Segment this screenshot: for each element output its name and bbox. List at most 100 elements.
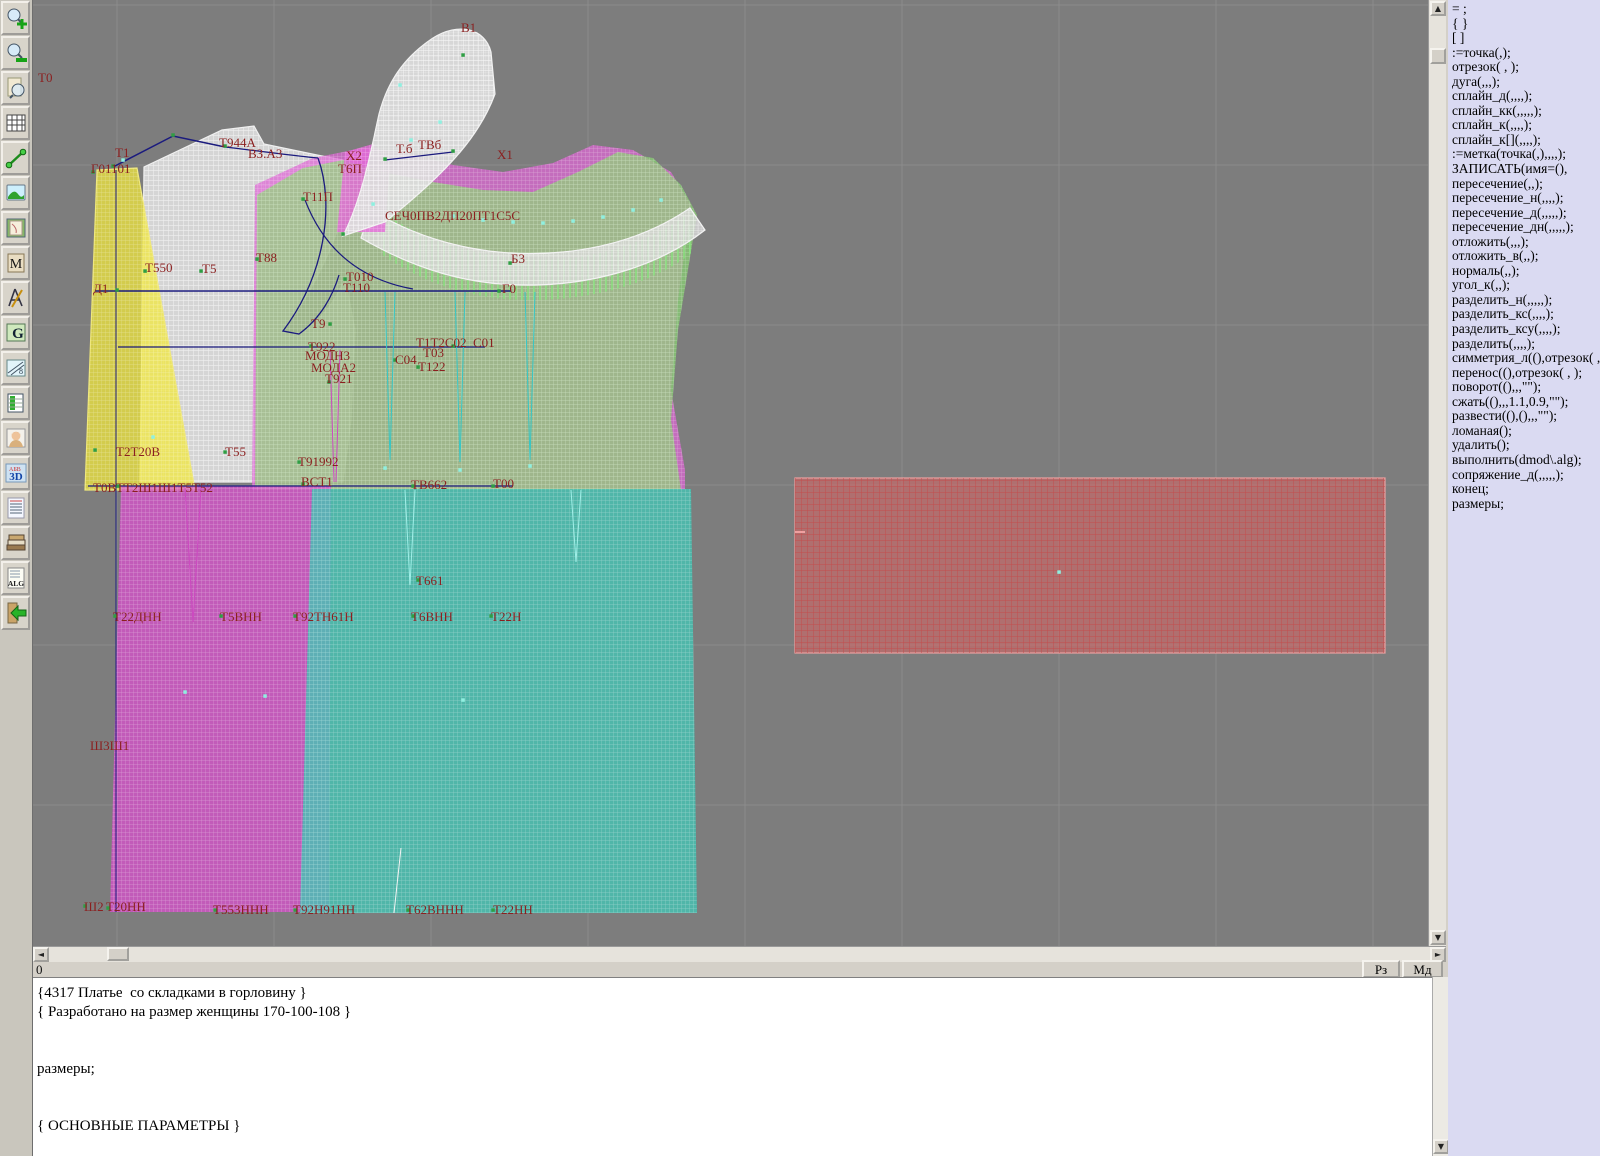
command-item[interactable]: = ; — [1452, 2, 1600, 17]
point-marker[interactable] — [601, 215, 605, 219]
segment-icon — [4, 145, 28, 171]
command-item[interactable]: размеры; — [1452, 497, 1600, 512]
point-marker[interactable] — [461, 698, 465, 702]
image-button[interactable] — [1, 176, 30, 210]
command-item[interactable]: симметрия_л((),отрезок( , ); — [1452, 351, 1600, 366]
pattern-piece-button[interactable] — [1, 211, 30, 245]
command-item[interactable]: :=точка(,); — [1452, 46, 1600, 61]
command-item[interactable]: разделить_ксу(,,,,); — [1452, 322, 1600, 337]
exit-button[interactable] — [1, 596, 30, 630]
command-item[interactable]: ЗАПИСАТЬ(имя=(), — [1452, 162, 1600, 177]
command-item[interactable]: пересечение_д(,,,,,); — [1452, 206, 1600, 221]
command-item[interactable]: сжать((),,,1.1,0.9,""); — [1452, 395, 1600, 410]
point-marker[interactable] — [659, 198, 663, 202]
zoom-in-button[interactable] — [1, 1, 30, 35]
command-palette: = ;{ }[ ]:=точка(,);отрезок( , );дуга(,,… — [1448, 0, 1600, 1156]
command-item[interactable]: конец; — [1452, 482, 1600, 497]
editor-vertical-scrollbar[interactable]: ▼ — [1432, 977, 1448, 1156]
point-marker[interactable] — [371, 202, 375, 206]
point-marker[interactable] — [328, 322, 332, 326]
command-item[interactable]: ломаная(); — [1452, 424, 1600, 439]
point-marker[interactable] — [461, 53, 465, 57]
pattern-drawing[interactable]: Т0В1Т1Г01101Т944АВЗ.А3Х2Т6ПТ.бТВбХ1Т11ПС… — [33, 0, 1428, 946]
pattern-piece-skirt-teal[interactable] — [300, 489, 697, 913]
size-table-button[interactable] — [1, 386, 30, 420]
command-item[interactable]: [ ] — [1452, 31, 1600, 46]
command-item[interactable]: отрезок( , ); — [1452, 60, 1600, 75]
command-item[interactable]: пересечение_н(,,,,); — [1452, 191, 1600, 206]
point-marker[interactable] — [571, 219, 575, 223]
command-item[interactable]: сплайн_кк(,,,,,); — [1452, 104, 1600, 119]
command-item[interactable]: угол_к(,,); — [1452, 278, 1600, 293]
horizontal-scroll-thumb[interactable] — [107, 947, 129, 961]
pattern-piece-grading-grid[interactable] — [795, 478, 1385, 653]
command-item[interactable]: сплайн_к[](,,,,); — [1452, 133, 1600, 148]
canvas-horizontal-scrollbar[interactable]: ◄ ► — [33, 946, 1446, 962]
point-marker[interactable] — [631, 208, 635, 212]
text-list-button[interactable] — [1, 491, 30, 525]
command-item[interactable]: пересечение_дн(,,,,,); — [1452, 220, 1600, 235]
preview-button[interactable] — [1, 71, 30, 105]
command-item[interactable]: развести((),(),,,""); — [1452, 409, 1600, 424]
command-item[interactable]: сплайн_к(,,,,); — [1452, 118, 1600, 133]
point-marker[interactable] — [458, 468, 462, 472]
point-marker[interactable] — [398, 83, 402, 87]
pattern-piece-skirt-magenta[interactable] — [110, 486, 331, 912]
command-item[interactable]: дуга(,,,); — [1452, 75, 1600, 90]
command-item[interactable]: перенос((),отрезок( , ); — [1452, 366, 1600, 381]
command-item[interactable]: :=метка(точка(,),,,,); — [1452, 147, 1600, 162]
point-marker[interactable] — [497, 289, 501, 293]
segment-tool-button[interactable] — [1, 141, 30, 175]
portrait-button[interactable] — [1, 421, 30, 455]
portrait-icon — [4, 425, 28, 451]
rz-button[interactable]: Рз — [1362, 960, 1400, 978]
editor-scroll-down-icon[interactable]: ▼ — [1433, 1139, 1449, 1154]
command-item[interactable]: пересечение(,,); — [1452, 177, 1600, 192]
command-item[interactable]: сопряжение_д(,,,,,); — [1452, 468, 1600, 483]
command-item[interactable]: удалить(); — [1452, 438, 1600, 453]
command-item[interactable]: выполнить(dmod\.alg); — [1452, 453, 1600, 468]
point-marker[interactable] — [93, 448, 97, 452]
point-marker[interactable] — [1057, 570, 1061, 574]
command-item[interactable]: нормаль(,,); — [1452, 264, 1600, 279]
scroll-down-icon[interactable]: ▼ — [1430, 930, 1446, 945]
sketch-button[interactable]: 8 — [1, 351, 30, 385]
point-marker[interactable] — [341, 232, 345, 236]
command-item[interactable]: разделить_н(,,,,,); — [1452, 293, 1600, 308]
command-item[interactable]: сплайн_д(,,,,); — [1452, 89, 1600, 104]
command-item[interactable]: { } — [1452, 17, 1600, 32]
point-marker[interactable] — [528, 464, 532, 468]
zoom-out-button[interactable] — [1, 36, 30, 70]
algorithm-button[interactable]: ALG — [1, 561, 30, 595]
point-marker[interactable] — [383, 157, 387, 161]
md-button[interactable]: Мд — [1402, 960, 1443, 978]
marker-m-button[interactable]: M — [1, 246, 30, 280]
gracia-button[interactable]: G — [1, 316, 30, 350]
pattern-cad-app: M G8 АБВ3D ALG Т0В1Т1Г01101Т944АВЗ.А3Х2Т6ПТ… — [0, 0, 1600, 1156]
point-marker[interactable] — [183, 690, 187, 694]
point-marker[interactable] — [541, 221, 545, 225]
canvas-vertical-scrollbar[interactable]: ▲ ▼ — [1428, 0, 1446, 946]
command-item[interactable]: отложить_в(,,); — [1452, 249, 1600, 264]
point-marker[interactable] — [383, 466, 387, 470]
command-item[interactable]: разделить_кс(,,,,); — [1452, 307, 1600, 322]
scroll-left-icon[interactable]: ◄ — [33, 947, 49, 962]
algorithm-editor[interactable]: {4317 Платье со складками в горловину }{… — [33, 977, 1432, 1156]
command-item[interactable]: поворот((),,,""); — [1452, 380, 1600, 395]
point-marker[interactable] — [263, 694, 267, 698]
point-marker[interactable] — [151, 435, 155, 439]
point-marker[interactable] — [115, 288, 119, 292]
command-item[interactable]: отложить(,,,); — [1452, 235, 1600, 250]
view-3d-button[interactable]: АБВ3D — [1, 456, 30, 490]
point-marker[interactable] — [171, 133, 175, 137]
scroll-up-icon[interactable]: ▲ — [1430, 1, 1446, 16]
library-button[interactable] — [1, 526, 30, 560]
drafting-button[interactable] — [1, 281, 30, 315]
grid-button[interactable] — [1, 106, 30, 140]
drawing-canvas[interactable]: Т0В1Т1Г01101Т944АВЗ.А3Х2Т6ПТ.бТВбХ1Т11ПС… — [33, 0, 1428, 946]
command-item[interactable]: разделить(,,,,); — [1452, 337, 1600, 352]
vertical-scroll-thumb[interactable] — [1430, 48, 1446, 64]
point-marker[interactable] — [438, 120, 442, 124]
point-marker[interactable] — [451, 149, 455, 153]
drafting-icon — [4, 285, 28, 311]
